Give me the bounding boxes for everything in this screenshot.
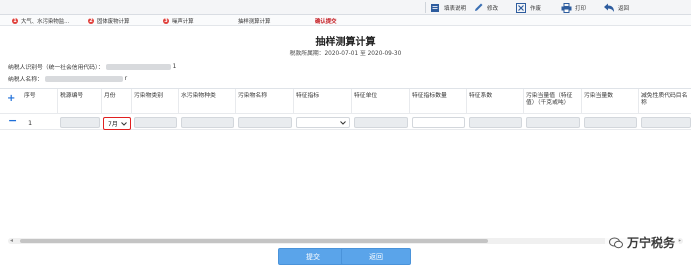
step-number-icon: 3 [163,17,169,24]
add-row-icon[interactable]: + [7,93,15,104]
doc-icon [429,2,441,14]
column-header: 水污染物种类 [179,89,236,113]
column-header: 减免性质代码目名称 [641,93,688,106]
redacted-block [44,75,123,82]
table-row: − 1 7月 [0,113,691,130]
column-header: 序号 [22,89,58,113]
column-header: 污染物名称 [236,89,294,113]
column-header: 污染物类别 [132,89,179,113]
step-label: 大气、水污染物监... [21,18,70,25]
column-header: 特征单位 [352,89,410,113]
reduction-code-field[interactable] [641,117,691,128]
feature-coefficient-field[interactable] [469,117,522,128]
scroll-left-icon[interactable]: ◂ [10,237,13,244]
column-header: 月份 [102,89,132,113]
column-header: 特征指标 [294,89,352,113]
step-tabs: 1 大气、水污染物监... 2 固体废物计算 3 噪声计算 抽样测算计算 确认提… [0,15,691,26]
column-header: 污染当量数 [582,89,639,113]
scrollbar-thumb[interactable] [20,239,488,243]
back-button[interactable]: 返回 [341,248,411,265]
pollutant-category-field[interactable] [134,117,177,128]
print-button[interactable]: 打印 [560,1,586,14]
void-icon [515,2,527,14]
step-number-icon: 1 [12,17,18,24]
back-arrow-icon [603,2,615,14]
step-confirm-submit[interactable]: 确认提交 [315,16,337,25]
sampling-table: + 序号 税源编号 月份 污染物类别 水污染物种类 污染物名称 特征指标 特征单… [0,88,691,131]
chevron-down-icon [120,121,127,126]
feature-unit-field[interactable] [354,117,408,128]
toolbar-divider [425,2,426,13]
printer-icon [560,2,572,14]
taxpayer-id: 纳税人识别号（统一社会信用代码）： 1 [8,62,176,71]
taxpayer-name-label: 纳税人名称： [8,77,43,83]
column-header: 污染当量值（特征值）（千克或吨） [524,89,582,113]
chevron-down-icon [340,120,346,125]
taxpayer-id-label: 纳税人识别号（统一社会信用代码）： [8,65,104,71]
pollution-equivalent-count-field[interactable] [584,117,637,128]
taxpayer-id-suffix: 1 [172,63,177,70]
void-label: 作废 [530,5,542,12]
column-header: 特征指标数量 [410,89,467,113]
column-header: 特征系数 [467,89,524,113]
remove-row-icon[interactable]: − [8,114,17,127]
void-button[interactable]: 作废 [515,1,541,14]
top-toolbar: 填表说明 修改 作废 打印 返回 [0,0,691,15]
step-noise[interactable]: 3 噪声计算 [163,16,194,25]
feature-indicator-select[interactable] [296,117,350,128]
column-header: 税源编号 [58,89,102,113]
pollution-equivalent-value-field[interactable] [526,117,580,128]
page-title: 抽样测算计算 [315,37,376,48]
submit-button[interactable]: 提交 [278,248,348,265]
edit-label: 修改 [487,5,499,12]
step-number-icon: 2 [88,17,94,24]
watermark-text: 万宁税务 [626,236,675,250]
fill-instructions-label: 填表说明 [444,5,467,12]
pencil-icon [472,2,484,14]
print-label: 打印 [575,5,587,12]
tax-period: 税款所属期：2020-07-01 至 2020-09-30 [289,51,402,57]
water-pollutant-type-field[interactable] [181,117,234,128]
taxpayer-name-suffix: r [124,75,128,82]
feature-quantity-input[interactable] [412,117,465,128]
wechat-icon [608,237,623,248]
step-label: 噪声计算 [172,18,194,25]
month-select[interactable]: 7月 [103,117,131,130]
watermark: 万宁税务 [604,232,679,253]
back-toolbar-label: 返回 [618,5,630,12]
pollutant-name-field[interactable] [238,117,292,128]
step-sampling[interactable]: 抽样测算计算 [238,16,270,25]
step-label: 抽样测算计算 [238,18,271,25]
edit-button[interactable]: 修改 [472,1,498,14]
step-label: 确认提交 [315,18,337,25]
tax-source-field[interactable] [60,117,100,128]
step-label: 固体废物计算 [97,18,130,25]
back-toolbar-button[interactable]: 返回 [603,1,629,14]
redacted-block [105,63,171,70]
fill-instructions-button[interactable]: 填表说明 [429,1,466,14]
row-index: 1 [28,119,33,127]
month-value: 7月 [108,121,118,128]
taxpayer-name: 纳税人名称： r [8,74,127,83]
step-air-water[interactable]: 1 大气、水污染物监... [12,16,69,25]
step-solid-waste[interactable]: 2 固体废物计算 [88,16,129,25]
horizontal-scrollbar[interactable]: ◂ ▸ [8,237,683,244]
